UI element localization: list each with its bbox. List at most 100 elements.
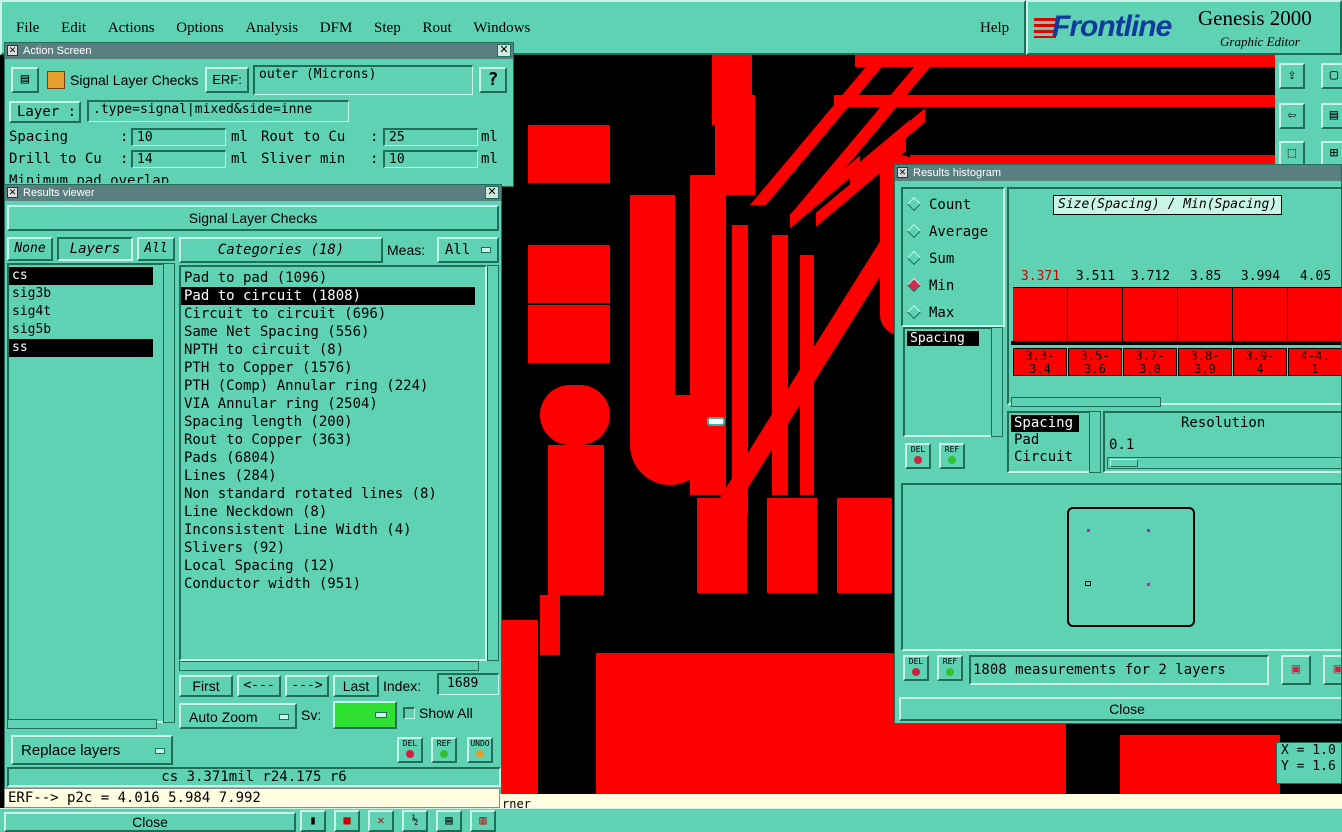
menu-edit[interactable]: Edit — [61, 20, 86, 37]
menu-file[interactable]: File — [16, 20, 39, 37]
categories-scrollbar[interactable] — [487, 265, 499, 661]
action-screen-titlebar[interactable]: ✕ Action Screen ✕ — [5, 43, 513, 59]
categories-list[interactable]: Pad to pad (1096) Pad to circuit (1808) Ci… — [179, 265, 487, 661]
histogram-icon[interactable]: ▥ — [470, 810, 496, 832]
layers-hscrollbar[interactable] — [7, 719, 157, 729]
left-list-item[interactable]: Spacing — [907, 331, 979, 346]
hist-ref-button[interactable]: REF — [939, 443, 965, 469]
histogram-close-button[interactable]: Close — [899, 697, 1341, 721]
category-item[interactable]: Rout to Copper (363) — [181, 431, 485, 449]
menu-help[interactable]: Help — [980, 20, 1009, 37]
sliver-min-field[interactable]: 10 — [383, 150, 478, 168]
tool-window-icon[interactable]: ▢ — [1321, 63, 1342, 89]
attribute-item[interactable]: Pad — [1011, 432, 1087, 449]
window-menu-icon[interactable]: ✕ — [7, 187, 18, 198]
category-item[interactable]: Lines (284) — [181, 467, 485, 485]
undo-button[interactable]: UNDO — [467, 737, 493, 763]
last-button[interactable]: Last — [333, 675, 379, 697]
left-list-scrollbar[interactable] — [991, 327, 1003, 437]
layer-field[interactable]: .type=signal|mixed&side=inne — [87, 100, 349, 122]
category-item[interactable]: Line Neckdown (8) — [181, 503, 485, 521]
window-menu-icon[interactable]: ✕ — [897, 167, 908, 178]
first-button[interactable]: First — [179, 675, 233, 697]
category-item[interactable]: Local Spacing (12) — [181, 557, 485, 575]
record-icon[interactable]: ■ — [334, 810, 360, 832]
compare-icon[interactable]: ½ — [402, 810, 428, 832]
histogram-left-list[interactable]: Spacing — [903, 327, 993, 437]
export-graph-icon[interactable]: ▣ — [1281, 655, 1311, 685]
tool-export-icon[interactable]: ⇪ — [1279, 63, 1305, 89]
menu-windows[interactable]: Windows — [473, 20, 530, 37]
meas-select[interactable]: All — [437, 237, 499, 263]
preview-ref-button[interactable]: REF — [937, 655, 963, 681]
mark-icon[interactable]: ▮ — [300, 810, 326, 832]
layer-button[interactable]: Layer : — [9, 101, 81, 123]
categories-hscrollbar[interactable] — [179, 661, 479, 671]
close-icon[interactable]: ✕ — [497, 44, 511, 57]
mode-option-average[interactable]: Average — [906, 222, 1003, 249]
mode-option-min[interactable]: Min — [906, 276, 1003, 303]
chart-hscrollbar[interactable] — [1011, 397, 1161, 407]
erf-button[interactable]: ERF: — [205, 67, 249, 93]
attribute-item[interactable]: Spacing — [1011, 415, 1079, 432]
show-all-checkbox[interactable] — [403, 707, 415, 719]
category-item[interactable]: Inconsistent Line Width (4) — [181, 521, 485, 539]
category-item[interactable]: Slivers (92) — [181, 539, 485, 557]
tool-import-icon[interactable]: ⇦ — [1279, 103, 1305, 129]
category-item[interactable]: PTH to Copper (1576) — [181, 359, 485, 377]
tool-layers-icon[interactable]: ▤ — [1321, 103, 1342, 129]
menu-actions[interactable]: Actions — [108, 20, 155, 37]
category-item[interactable]: Spacing length (200) — [181, 413, 485, 431]
clear-icon[interactable]: ✕ — [368, 810, 394, 832]
menu-rout[interactable]: Rout — [422, 20, 451, 37]
close-button[interactable]: Close — [4, 812, 296, 832]
layer-item[interactable]: sig3b — [9, 285, 163, 303]
spacing-field[interactable]: 10 — [131, 128, 226, 146]
layers-scrollbar[interactable] — [163, 263, 175, 723]
ref-button[interactable]: REF — [431, 737, 457, 763]
attribute-scrollbar[interactable] — [1089, 411, 1101, 473]
resolution-slider[interactable] — [1107, 457, 1341, 469]
report-icon[interactable]: ▤ — [436, 810, 462, 832]
category-item[interactable]: Circuit to circuit (696) — [181, 305, 485, 323]
attribute-item[interactable]: Circuit — [1011, 449, 1087, 466]
checklist-icon[interactable]: ▤ — [11, 67, 39, 93]
slider-thumb[interactable] — [1110, 459, 1138, 467]
graph-options-icon[interactable]: ▣ — [1323, 655, 1341, 685]
results-viewer-titlebar[interactable]: ✕ Results viewer ✕ — [5, 185, 501, 201]
erf-field[interactable]: outer (Microns) — [253, 65, 473, 95]
layers-list[interactable]: cs sig3b sig4t sig5b ss — [7, 263, 165, 723]
category-item[interactable]: PTH (Comp) Annular ring (224) — [181, 377, 485, 395]
next-button[interactable]: ---> — [285, 675, 329, 697]
del-button[interactable]: DEL — [397, 737, 423, 763]
category-item[interactable]: Pad to circuit (1808) — [181, 287, 475, 305]
histogram-titlebar[interactable]: ✕ Results histogram — [895, 165, 1341, 181]
radio-icon[interactable] — [906, 223, 922, 239]
preview-del-button[interactable]: DEL — [903, 655, 929, 681]
drill-to-cu-field[interactable]: 14 — [131, 150, 226, 168]
menu-dfm[interactable]: DFM — [320, 20, 353, 37]
menu-options[interactable]: Options — [176, 20, 224, 37]
window-menu-icon[interactable]: ✕ — [7, 45, 18, 56]
radio-icon[interactable] — [906, 277, 922, 293]
mode-option-max[interactable]: Max — [906, 303, 1003, 330]
hist-del-button[interactable]: DEL — [905, 443, 931, 469]
prev-button[interactable]: <--- — [237, 675, 281, 697]
index-field[interactable]: 1689 — [437, 673, 499, 695]
category-item[interactable]: Pad to pad (1096) — [181, 269, 485, 287]
help-button[interactable]: ? — [479, 67, 507, 93]
radio-icon[interactable] — [906, 196, 922, 212]
layer-item[interactable]: sig4t — [9, 303, 163, 321]
category-item[interactable]: NPTH to circuit (8) — [181, 341, 485, 359]
mode-option-count[interactable]: Count — [906, 195, 1003, 222]
category-item[interactable]: VIA Annular ring (2504) — [181, 395, 485, 413]
category-item[interactable]: Non standard rotated lines (8) — [181, 485, 485, 503]
layer-item[interactable]: ss — [9, 339, 153, 357]
category-item[interactable]: Same Net Spacing (556) — [181, 323, 485, 341]
menu-analysis[interactable]: Analysis — [246, 20, 299, 37]
radio-icon[interactable] — [906, 250, 922, 266]
layer-item[interactable]: cs — [9, 267, 153, 285]
attribute-list[interactable]: Spacing Pad Circuit — [1007, 411, 1091, 473]
mode-option-sum[interactable]: Sum — [906, 249, 1003, 276]
category-item[interactable]: Conductor width (951) — [181, 575, 485, 593]
